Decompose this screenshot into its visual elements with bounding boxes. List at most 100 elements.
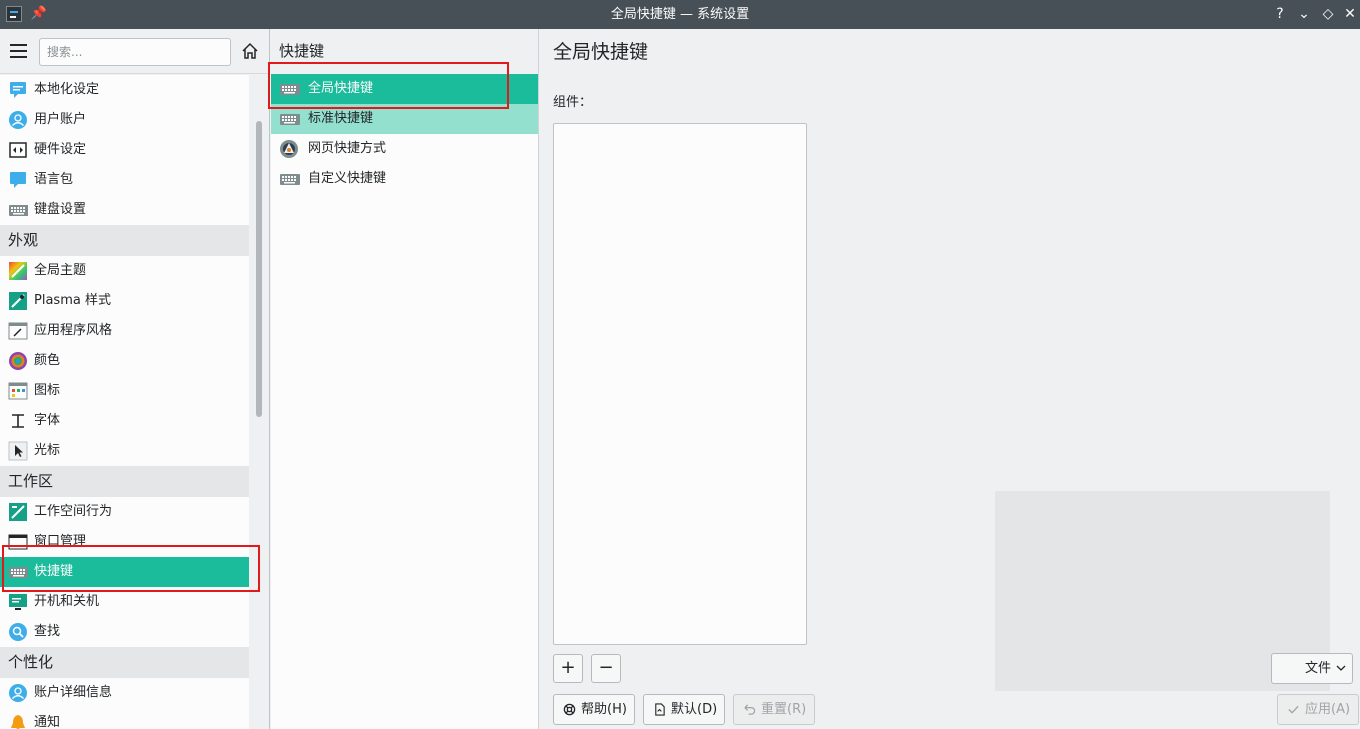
reset-button[interactable]: 重置(R) [733, 694, 815, 725]
startup-icon [8, 592, 28, 612]
sidebar-item-label: 应用程序风格 [34, 323, 113, 338]
document-icon [655, 703, 665, 716]
sidebar-item-label: 语言包 [34, 172, 74, 187]
sidebar-item[interactable]: 通知 [0, 708, 249, 729]
add-button[interactable]: + [553, 654, 583, 683]
locale-icon [8, 80, 28, 100]
sidebar-item-label: 本地化设定 [34, 82, 100, 97]
sidebar-item[interactable]: 查找 [0, 617, 249, 647]
default-button[interactable]: 默认(D) [643, 694, 725, 725]
global-theme-icon [8, 261, 28, 281]
subcategory-header: 快捷键 [271, 29, 538, 74]
hamburger-menu-icon[interactable] [10, 44, 27, 58]
keyboard-icon [278, 79, 300, 99]
sidebar-item[interactable]: 用户账户 [0, 105, 249, 135]
search-input[interactable] [39, 38, 231, 66]
sidebar-list: 本地化设定用户账户硬件设定语言包键盘设置外观全局主题 Plasma 样式 应用程序风… [0, 75, 249, 729]
sidebar-item-label: Plasma 样式 [34, 293, 111, 308]
icons-icon [8, 381, 28, 401]
sidebar-item[interactable]: 本地化设定 [0, 75, 249, 105]
sidebar-category: 个性化 [0, 647, 249, 678]
workspace-icon [8, 502, 28, 522]
user-icon [8, 683, 28, 703]
help-button[interactable]: 帮助(H) [553, 694, 635, 725]
subcategory-panel: 快捷键 全局快捷键标准快捷键网页快捷方式 自定义快捷键 [271, 29, 539, 729]
component-list[interactable] [553, 123, 807, 645]
reset-button-label: 重置(R) [761, 702, 807, 717]
sidebar-item[interactable]: Plasma 样式 [0, 286, 249, 316]
sidebar-category: 工作区 [0, 466, 249, 497]
file-dropdown-label: 文件 [1305, 661, 1332, 676]
bell-icon [8, 713, 28, 729]
window-icon [8, 532, 28, 552]
help-icon[interactable]: ? [1270, 4, 1290, 24]
title-bar: 📌 全局快捷键 — 系统设置 ? ⌄ ◇ ✕ [0, 0, 1360, 29]
sidebar-item[interactable]: 键盘设置 [0, 195, 249, 225]
chevron-down-icon [1336, 665, 1346, 671]
sidebar-item[interactable]: 光标 [0, 436, 249, 466]
sidebar-item[interactable]: 账户详细信息 [0, 678, 249, 708]
sidebar-item[interactable]: 窗口管理 [0, 527, 249, 557]
sidebar-item-label: 全局主题 [34, 263, 87, 278]
sidebar-category: 外观 [0, 225, 249, 256]
sidebar-item[interactable]: 快捷键 [0, 557, 249, 587]
minimize-button[interactable]: ⌄ [1294, 4, 1314, 24]
page-title: 全局快捷键 [553, 41, 649, 63]
sidebar-item-label: 通知 [34, 715, 61, 729]
user-icon [8, 110, 28, 130]
check-icon [1288, 705, 1299, 714]
sidebar-item-label: 字体 [34, 413, 61, 428]
sidebar-item[interactable]: 全局主题 [0, 256, 249, 286]
window-title: 全局快捷键 — 系统设置 [610, 7, 750, 22]
subcategory-item[interactable]: 自定义快捷键 [271, 164, 538, 194]
sidebar-scrollbar[interactable] [256, 121, 262, 417]
sidebar-item[interactable]: 语言包 [0, 165, 249, 195]
sidebar-item-label: 账户详细信息 [34, 685, 113, 700]
sidebar-item[interactable]: 工作空间行为 [0, 497, 249, 527]
font-icon [8, 411, 28, 431]
sidebar-item-label: 颜色 [34, 353, 61, 368]
sidebar-item-label: 工作空间行为 [34, 504, 113, 519]
sidebar-item[interactable]: 硬件设定 [0, 135, 249, 165]
color-icon [8, 351, 28, 371]
subcategory-list: 全局快捷键标准快捷键网页快捷方式 自定义快捷键 [271, 74, 538, 194]
search-icon [8, 622, 28, 642]
keyboard-icon [278, 109, 300, 129]
lifebuoy-icon [563, 703, 576, 716]
sidebar-item[interactable]: 应用程序风格 [0, 316, 249, 346]
sidebar-item[interactable]: 开机和关机 [0, 587, 249, 617]
subcategory-item[interactable]: 网页快捷方式 [271, 134, 538, 164]
sidebar-item-label: 硬件设定 [34, 142, 87, 157]
web-shortcut-icon [278, 139, 300, 159]
cursor-icon [8, 441, 28, 461]
sidebar: 本地化设定用户账户硬件设定语言包键盘设置外观全局主题 Plasma 样式应用程序风… [0, 29, 270, 729]
apply-button-label: 应用(A) [1305, 702, 1351, 717]
sidebar-item-label: 光标 [34, 443, 61, 458]
sidebar-item-label: 用户账户 [34, 112, 87, 127]
sidebar-item-label: 键盘设置 [34, 202, 87, 217]
close-button[interactable]: ✕ [1340, 4, 1360, 24]
subcategory-item-label: 标准快捷键 [308, 111, 374, 126]
plasma-style-icon [8, 291, 28, 311]
maximize-button[interactable]: ◇ [1318, 4, 1338, 24]
subcategory-item[interactable]: 全局快捷键 [271, 74, 538, 104]
hardware-icon [8, 140, 28, 160]
default-button-label: 默认(D) [671, 702, 718, 717]
component-label: 组件： [553, 95, 593, 110]
home-icon[interactable] [240, 41, 260, 61]
sidebar-item[interactable]: 图标 [0, 376, 249, 406]
subcategory-item[interactable]: 标准快捷键 [271, 104, 538, 134]
apply-button[interactable]: 应用(A) [1277, 694, 1359, 725]
undo-icon [744, 704, 756, 715]
sidebar-item-label: 开机和关机 [34, 594, 100, 609]
remove-button[interactable]: − [591, 654, 621, 683]
language-icon [8, 170, 28, 190]
sidebar-item-label: 窗口管理 [34, 534, 87, 549]
sidebar-item[interactable]: 颜色 [0, 346, 249, 376]
keyboard-icon [8, 562, 29, 582]
app-style-icon [8, 321, 28, 341]
sidebar-item[interactable]: 字体 [0, 406, 249, 436]
keyboard-icon [278, 169, 300, 189]
file-dropdown[interactable]: 文件 [1271, 653, 1353, 684]
sidebar-item-label: 快捷键 [34, 564, 74, 579]
